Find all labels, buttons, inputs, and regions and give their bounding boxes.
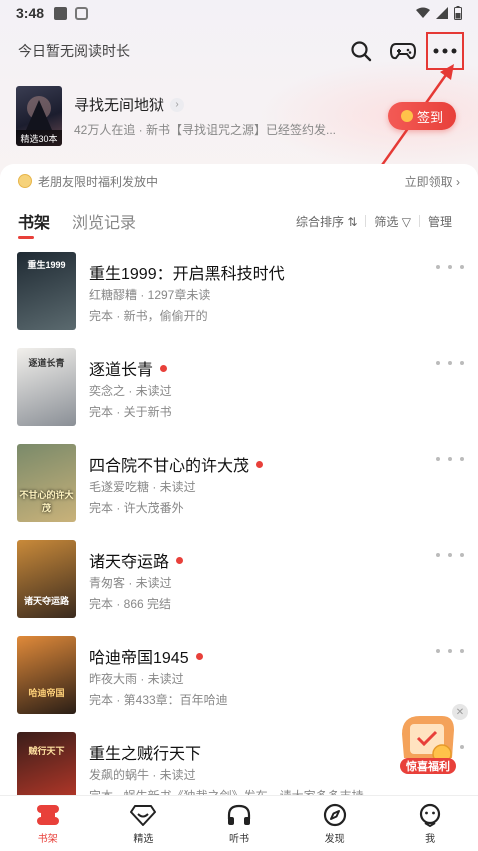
featured-description: 42万人在追 · 新书【寻找诅咒之源】已经签约发... (74, 123, 337, 137)
signal-icon (436, 7, 448, 19)
book-title[interactable]: 逐道长青 (89, 356, 168, 380)
checkin-label: 签到 (416, 109, 443, 125)
coin-icon (18, 174, 32, 188)
featured-cover-tag: 精选30本 (16, 130, 62, 146)
book-title[interactable]: 重生之贼行天下 (89, 740, 201, 764)
nav-audiobooks[interactable]: 听书 (191, 796, 287, 851)
new-update-dot (160, 364, 168, 372)
list-item[interactable]: 不甘心的许大茂 四合院不甘心的许大茂 毛遂爱吃糖 · 未读过 完本 · 许大茂番… (0, 438, 478, 534)
book-status: 完本 · 新书，偷偷开的 (89, 309, 208, 323)
shelf-tabs: 书架 浏览记录 综合排序 ⇅ 筛选 ▽ 管理 (0, 204, 478, 239)
nav-discover[interactable]: 发现 (287, 796, 383, 851)
book-meta: 毛遂爱吃糖 · 未读过 (89, 480, 196, 494)
book-title[interactable]: 哈迪帝国1945 (89, 644, 203, 668)
book-title[interactable]: 四合院不甘心的许大茂 (89, 452, 264, 476)
nav-profile[interactable]: 我 (382, 796, 478, 851)
featured-book[interactable]: 精选30本 寻找无间地狱 › 42万人在追 · 新书【寻找诅咒之源】已经签约发.… (16, 86, 466, 148)
more-options-icon[interactable] (436, 452, 464, 466)
sort-button[interactable]: 综合排序 ⇅ (288, 213, 365, 230)
tab-bookshelf[interactable]: 书架 (18, 209, 50, 239)
book-cover[interactable]: 哈迪帝国 (17, 636, 76, 714)
list-item[interactable]: 重生1999 重生1999：开启黑科技时代 红糖醪糟 · 1297章未读 完本 … (0, 246, 478, 342)
book-cover[interactable]: 不甘心的许大茂 (17, 444, 76, 522)
nav-label: 书架 (37, 834, 58, 845)
book-status: 完本 · 第433章：百年哈迪 (89, 693, 228, 707)
reading-time-text: 今日暂无阅读时长 (18, 43, 130, 59)
shield-icon (75, 6, 89, 20)
more-options-icon[interactable] (436, 356, 464, 370)
featured-title-text: 寻找无间地狱 (74, 97, 165, 114)
book-status: 完本 · 许大茂番外 (89, 501, 184, 515)
promo-banner[interactable]: 老朋友限时福利发放中 立即领取 › (0, 168, 478, 194)
status-indicators (416, 6, 462, 20)
list-item[interactable]: 诸天夺运路 诸天夺运路 青匆客 · 未读过 完本 · 866 完结 (0, 534, 478, 630)
checkin-button[interactable]: 签到 (388, 102, 456, 130)
nav-featured[interactable]: 精选 (96, 796, 192, 851)
featured-cover[interactable]: 精选30本 (16, 86, 62, 146)
book-cover[interactable]: 逐道长青 (17, 348, 76, 426)
book-status: 完本 · 关于新书 (89, 405, 172, 419)
book-cover[interactable]: 诸天夺运路 (17, 540, 76, 618)
more-options-icon[interactable] (436, 644, 464, 658)
new-update-dot (195, 652, 203, 660)
book-title[interactable]: 诸天夺运路 (89, 548, 184, 572)
notification-icon (54, 6, 68, 20)
new-update-dot (256, 460, 264, 468)
book-meta: 发飙的蜗牛 · 未读过 (89, 768, 196, 782)
more-options-icon[interactable] (436, 260, 464, 274)
shelf-tools: 综合排序 ⇅ 筛选 ▽ 管理 (288, 213, 460, 230)
more-options-icon[interactable] (436, 548, 464, 562)
close-icon[interactable]: ✕ (452, 704, 468, 720)
nav-label: 我 (425, 834, 436, 845)
profile-icon (416, 802, 444, 828)
cover-art-icon (26, 96, 52, 130)
headphones-icon (225, 802, 253, 828)
new-update-dot (176, 556, 184, 564)
book-meta: 青匆客 · 未读过 (89, 576, 172, 590)
coin-icon (400, 110, 413, 122)
promo-claim-link[interactable]: 立即领取 › (405, 173, 460, 190)
chevron-right-icon: › (170, 97, 185, 112)
diamond-icon (129, 802, 157, 828)
nav-bookshelf[interactable]: 书架 (0, 796, 96, 851)
manage-button[interactable]: 管理 (420, 213, 460, 230)
nav-label: 发现 (324, 834, 345, 845)
compass-icon (321, 802, 349, 828)
book-meta: 红糖醪糟 · 1297章未读 (89, 288, 211, 302)
gift-label: 惊喜福利 (406, 759, 450, 773)
status-bar: 3:48 (0, 0, 478, 26)
book-status: 完本 · 866 完结 (89, 597, 172, 611)
nav-label: 精选 (133, 834, 154, 845)
status-time: 3:48 (16, 5, 45, 21)
gift-icon[interactable]: 惊喜福利 (396, 708, 458, 778)
book-title[interactable]: 重生1999：开启黑科技时代 (89, 260, 285, 284)
book-meta: 奕念之 · 未读过 (89, 384, 172, 398)
promo-text: 老朋友限时福利发放中 (38, 174, 159, 189)
featured-title[interactable]: 寻找无间地狱 › (74, 94, 185, 115)
tab-history[interactable]: 浏览记录 (72, 209, 136, 233)
bottom-nav: 书架 精选 听书 发现 我 (0, 795, 478, 851)
wifi-icon (416, 7, 430, 18)
book-cover[interactable]: 重生1999 (17, 252, 76, 330)
book-meta: 昨夜大雨 · 未读过 (89, 672, 184, 686)
filter-button[interactable]: 筛选 ▽ (366, 213, 419, 230)
battery-icon (454, 6, 462, 20)
nav-label: 听书 (228, 834, 249, 845)
bookshelf-icon (34, 802, 62, 828)
list-item[interactable]: 逐道长青 逐道长青 奕念之 · 未读过 完本 · 关于新书 (0, 342, 478, 438)
